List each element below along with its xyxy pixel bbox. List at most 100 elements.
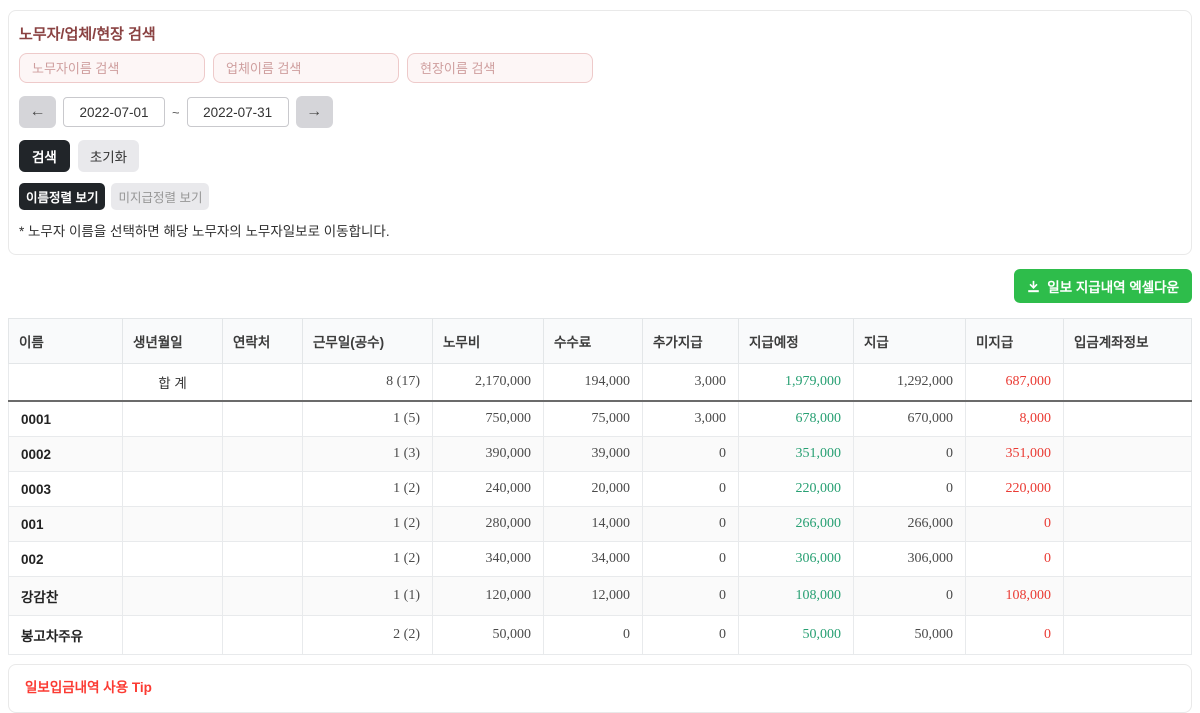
table-header: 이름생년월일연락처근무일(공수)노무비수수료추가지급지급예정지급미지급입금계좌정…	[9, 319, 1192, 364]
col-header-expected: 지급예정	[739, 319, 854, 364]
total-label: 합 계	[123, 364, 223, 402]
cell-fee: 75,000	[544, 401, 643, 437]
total-row: 합 계 8 (17)2,170,000194,0003,0001,979,0001…	[9, 364, 1192, 402]
total-cell-labor: 2,170,000	[433, 364, 544, 402]
cell-labor: 340,000	[433, 542, 544, 577]
search-buttons-row: 검색 초기화	[19, 140, 1181, 172]
col-header-fee: 수수료	[544, 319, 643, 364]
arrow-left-icon: ←	[30, 103, 46, 120]
cell-account	[1064, 542, 1192, 577]
col-header-contact: 연락처	[223, 319, 303, 364]
cell-birth	[123, 507, 223, 542]
cell-paid: 50,000	[854, 616, 966, 655]
sort-by-name-toggle[interactable]: 이름정렬 보기	[19, 183, 105, 210]
cell-account	[1064, 616, 1192, 655]
cell-fee: 20,000	[544, 472, 643, 507]
date-from-input[interactable]	[63, 97, 165, 127]
cell-labor: 50,000	[433, 616, 544, 655]
page: 노무자/업체/현장 검색 ← ~ → 검색 초기화 이름정렬 보기 미지급정렬 …	[0, 10, 1200, 713]
cell-days: 1 (5)	[303, 401, 433, 437]
cell-name[interactable]: 0001	[9, 401, 123, 437]
cell-labor: 390,000	[433, 437, 544, 472]
cell-extra: 0	[643, 616, 739, 655]
worker-link-note: * 노무자 이름을 선택하면 해당 노무자의 노무자일보로 이동합니다.	[19, 220, 1181, 240]
cell-paid: 0	[854, 577, 966, 616]
reset-button[interactable]: 초기화	[78, 140, 139, 172]
cell-birth	[123, 401, 223, 437]
cell-extra: 0	[643, 507, 739, 542]
cell-days: 1 (2)	[303, 542, 433, 577]
cell-unpaid: 351,000	[966, 437, 1064, 472]
col-header-birth: 생년월일	[123, 319, 223, 364]
worker-row: 강감찬1 (1)120,00012,0000108,0000108,000	[9, 577, 1192, 616]
cell-labor: 240,000	[433, 472, 544, 507]
cell-expected: 678,000	[739, 401, 854, 437]
cell-name[interactable]: 강감찬	[9, 577, 123, 616]
company-name-search-input[interactable]	[213, 53, 399, 83]
cell-expected: 306,000	[739, 542, 854, 577]
cell-fee: 14,000	[544, 507, 643, 542]
download-icon	[1027, 280, 1040, 293]
worker-row: 봉고차주유2 (2)50,0000050,00050,0000	[9, 616, 1192, 655]
cell-fee: 34,000	[544, 542, 643, 577]
cell-account	[1064, 437, 1192, 472]
tip-box: 일보입금내역 사용 Tip	[8, 664, 1192, 713]
excel-download-label: 일보 지급내역 엑셀다운	[1047, 276, 1179, 296]
cell-extra: 0	[643, 542, 739, 577]
cell-contact	[223, 616, 303, 655]
total-cell-paid: 1,292,000	[854, 364, 966, 402]
site-name-search-input[interactable]	[407, 53, 593, 83]
worker-row: 00031 (2)240,00020,0000220,0000220,000	[9, 472, 1192, 507]
excel-download-button[interactable]: 일보 지급내역 엑셀다운	[1014, 269, 1192, 303]
cell-fee: 39,000	[544, 437, 643, 472]
arrow-right-icon: →	[306, 103, 322, 120]
cell-unpaid: 0	[966, 542, 1064, 577]
cell-contact	[223, 472, 303, 507]
cell-days: 1 (3)	[303, 437, 433, 472]
payroll-table: 이름생년월일연락처근무일(공수)노무비수수료추가지급지급예정지급미지급입금계좌정…	[8, 318, 1192, 655]
col-header-extra: 추가지급	[643, 319, 739, 364]
total-cell-account	[1064, 364, 1192, 402]
cell-extra: 0	[643, 437, 739, 472]
cell-name[interactable]: 봉고차주유	[9, 616, 123, 655]
next-period-button[interactable]: →	[296, 96, 333, 128]
date-to-input[interactable]	[187, 97, 289, 127]
total-cell-days: 8 (17)	[303, 364, 433, 402]
cell-extra: 0	[643, 472, 739, 507]
cell-paid: 306,000	[854, 542, 966, 577]
worker-row: 0021 (2)340,00034,0000306,000306,0000	[9, 542, 1192, 577]
cell-unpaid: 108,000	[966, 577, 1064, 616]
cell-expected: 266,000	[739, 507, 854, 542]
cell-name[interactable]: 002	[9, 542, 123, 577]
total-cell-extra: 3,000	[643, 364, 739, 402]
cell-birth	[123, 577, 223, 616]
tip-title: 일보입금내역 사용 Tip	[25, 676, 1175, 696]
sort-by-unpaid-toggle[interactable]: 미지급정렬 보기	[111, 183, 209, 210]
worker-row: 00021 (3)390,00039,0000351,0000351,000	[9, 437, 1192, 472]
prev-period-button[interactable]: ←	[19, 96, 56, 128]
cell-name[interactable]: 001	[9, 507, 123, 542]
cell-extra: 3,000	[643, 401, 739, 437]
cell-unpaid: 0	[966, 616, 1064, 655]
cell-expected: 220,000	[739, 472, 854, 507]
search-button[interactable]: 검색	[19, 140, 70, 172]
cell-name[interactable]: 0003	[9, 472, 123, 507]
cell-labor: 750,000	[433, 401, 544, 437]
cell-birth	[123, 542, 223, 577]
search-inputs-row	[19, 53, 1181, 83]
date-separator: ~	[172, 105, 180, 120]
worker-name-search-input[interactable]	[19, 53, 205, 83]
cell-days: 1 (1)	[303, 577, 433, 616]
date-range-row: ← ~ →	[19, 96, 1181, 128]
search-panel: 노무자/업체/현장 검색 ← ~ → 검색 초기화 이름정렬 보기 미지급정렬 …	[8, 10, 1192, 255]
total-cell-contact	[223, 364, 303, 402]
cell-labor: 280,000	[433, 507, 544, 542]
total-cell-unpaid: 687,000	[966, 364, 1064, 402]
cell-fee: 12,000	[544, 577, 643, 616]
col-header-labor: 노무비	[433, 319, 544, 364]
cell-name[interactable]: 0002	[9, 437, 123, 472]
cell-account	[1064, 577, 1192, 616]
total-cell-expected: 1,979,000	[739, 364, 854, 402]
col-header-days: 근무일(공수)	[303, 319, 433, 364]
total-cell-fee: 194,000	[544, 364, 643, 402]
